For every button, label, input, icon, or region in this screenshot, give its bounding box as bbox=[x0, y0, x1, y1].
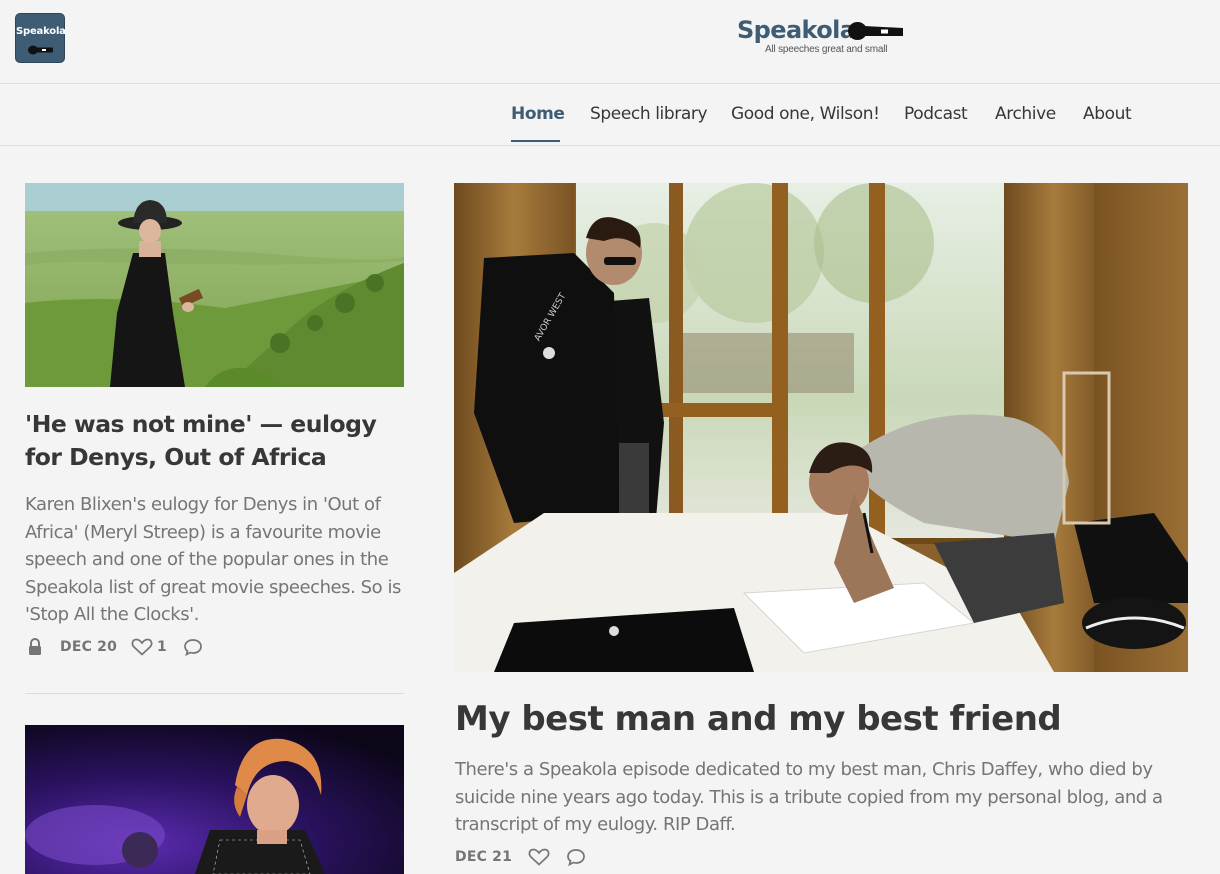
heart-icon[interactable] bbox=[131, 637, 153, 657]
nav-podcast[interactable]: Podcast bbox=[904, 104, 968, 124]
nav-speech-library[interactable]: Speech library bbox=[590, 104, 708, 124]
post-divider bbox=[25, 693, 404, 694]
publication-icon-text: Speakola bbox=[16, 26, 66, 37]
comment-icon[interactable] bbox=[566, 847, 586, 867]
featured-post-meta: DEC 21 bbox=[455, 847, 586, 867]
main-navigation: Home Speech library Good one, Wilson! Po… bbox=[0, 84, 1220, 146]
nav-about[interactable]: About bbox=[1083, 104, 1132, 124]
nav-good-one-wilson[interactable]: Good one, Wilson! bbox=[731, 104, 880, 124]
post-thumbnail-stage-speaker[interactable] bbox=[25, 725, 404, 874]
like-count: 1 bbox=[157, 639, 167, 655]
post-title[interactable]: 'He was not mine' — eulogy for Denys, Ou… bbox=[25, 408, 405, 474]
active-nav-indicator bbox=[511, 140, 560, 142]
bedroom-photo: AVOR WEST bbox=[454, 183, 1188, 672]
post-date: DEC 20 bbox=[60, 639, 118, 655]
logo-wordmark: Speakola bbox=[737, 16, 856, 44]
featured-post-thumbnail[interactable]: AVOR WEST bbox=[454, 183, 1188, 672]
site-logo[interactable]: Speakola All speeches great and small bbox=[737, 16, 917, 61]
post-meta: DEC 20 1 bbox=[25, 637, 203, 657]
nav-archive[interactable]: Archive bbox=[995, 104, 1056, 124]
logo-tagline: All speeches great and small bbox=[765, 44, 888, 55]
publication-icon[interactable]: Speakola bbox=[15, 13, 66, 63]
post-thumbnail-out-of-africa[interactable] bbox=[25, 183, 404, 387]
lock-icon bbox=[29, 638, 41, 655]
comment-icon[interactable] bbox=[183, 637, 203, 657]
post-description: Karen Blixen's eulogy for Denys in 'Out … bbox=[25, 494, 401, 625]
nav-home[interactable]: Home bbox=[511, 104, 565, 124]
heart-icon[interactable] bbox=[528, 847, 550, 867]
featured-post-title[interactable]: My best man and my best friend bbox=[455, 698, 1195, 740]
post-date: DEC 21 bbox=[455, 849, 513, 865]
landscape-image bbox=[25, 183, 404, 387]
microphone-icon bbox=[28, 45, 53, 55]
featured-post-description: There's a Speakola episode dedicated to … bbox=[455, 759, 1163, 835]
speaker-image bbox=[25, 725, 404, 874]
microphone-icon bbox=[848, 22, 903, 40]
top-bar: Speakola Speakola All speeches great and… bbox=[0, 0, 1220, 84]
